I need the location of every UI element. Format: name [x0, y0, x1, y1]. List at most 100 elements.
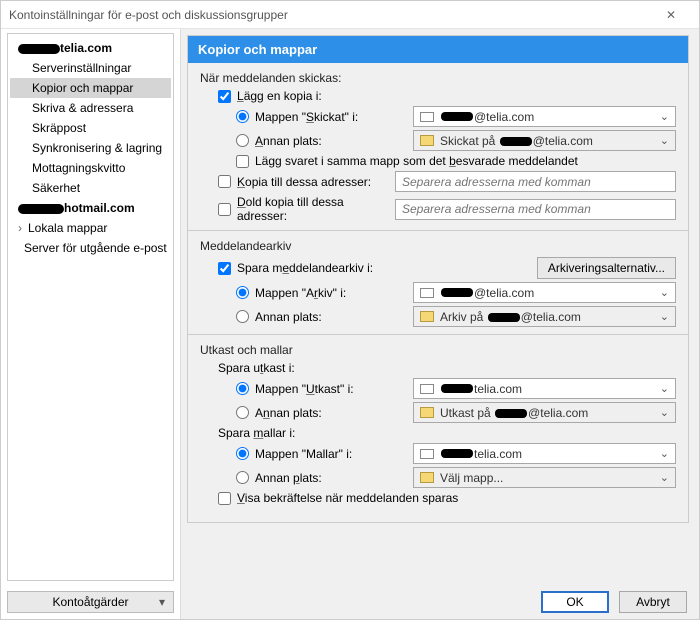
- archive-title: Meddelandearkiv: [200, 239, 676, 253]
- redacted-text: [18, 204, 64, 214]
- settings-window: Kontoinställningar för e-post och diskus…: [0, 0, 700, 620]
- sidebar-item-local-folders[interactable]: ›Lokala mappar: [10, 218, 171, 238]
- drafts-account-select[interactable]: telia.com ⌄: [413, 378, 676, 399]
- section-archive: Meddelandearkiv Spara meddelandearkiv i:…: [188, 231, 688, 335]
- place-copy-checkbox[interactable]: [218, 90, 231, 103]
- close-button[interactable]: ✕: [651, 1, 691, 28]
- sidebar-item-label: Lokala mappar: [28, 221, 107, 235]
- sidebar-item-copies[interactable]: Kopior och mappar: [10, 78, 171, 98]
- archive-account-select[interactable]: @telia.com ⌄: [413, 282, 676, 303]
- drafts-label: Spara utkast i:: [218, 361, 295, 375]
- redacted-text: [441, 112, 473, 121]
- chevron-down-icon: ⌄: [660, 382, 669, 395]
- account-actions-label: Kontoåtgärder: [52, 595, 128, 609]
- account-telia[interactable]: telia.com: [10, 38, 171, 58]
- cc-input[interactable]: [395, 171, 676, 192]
- cancel-button[interactable]: Avbryt: [619, 591, 687, 613]
- sent-other-label: Annan plats:: [255, 134, 405, 148]
- chevron-down-icon: ⌄: [660, 286, 669, 299]
- sidebar-item-junk[interactable]: Skräppost: [10, 118, 171, 138]
- cc-row: Kopia till dessa adresser:: [218, 171, 676, 192]
- sidebar-item-compose[interactable]: Skriva & adressera: [10, 98, 171, 118]
- archive-folder-label: Mappen "Arkiv" i:: [255, 286, 405, 300]
- select-text: telia.com: [474, 382, 522, 396]
- cc-checkbox[interactable]: [218, 175, 231, 188]
- templates-other-label: Annan plats:: [255, 471, 405, 485]
- templates-other-select[interactable]: Välj mapp... ⌄: [413, 467, 676, 488]
- bcc-checkbox[interactable]: [218, 203, 231, 216]
- folder-icon: [420, 407, 434, 418]
- bcc-label: Dold kopia till dessa adresser:: [237, 195, 387, 223]
- reply-same-checkbox[interactable]: [236, 155, 249, 168]
- reply-same-row: Lägg svaret i samma mapp som det besvara…: [236, 154, 676, 168]
- archive-keep-checkbox[interactable]: [218, 262, 231, 275]
- redacted-text: [441, 384, 473, 393]
- bcc-input[interactable]: [395, 199, 676, 220]
- section-sending: När meddelanden skickas: LLägg en kopia …: [188, 63, 688, 231]
- close-icon: ✕: [666, 8, 676, 22]
- titlebar: Kontoinställningar för e-post och diskus…: [1, 1, 699, 29]
- redacted-text: [441, 449, 473, 458]
- folder-icon: [420, 135, 434, 146]
- account-label: telia.com: [60, 41, 112, 55]
- templates-other-radio[interactable]: [236, 471, 249, 484]
- drafts-folder-label: Mappen "Utkast" i:: [255, 382, 405, 396]
- templates-folder-row: Mappen "Mallar" i: telia.com ⌄: [236, 443, 676, 464]
- chevron-right-icon: ›: [18, 221, 26, 235]
- select-text: @telia.com: [474, 286, 534, 300]
- ok-button[interactable]: OK: [541, 591, 609, 613]
- templates-label: Spara mallar i:: [218, 426, 295, 440]
- chevron-down-icon: ⌄: [660, 471, 669, 484]
- chevron-down-icon: ⌄: [660, 406, 669, 419]
- templates-folder-radio[interactable]: [236, 447, 249, 460]
- sent-other-select[interactable]: Skickat på @telia.com ⌄: [413, 130, 676, 151]
- main-inner: Kopior och mappar När meddelanden skicka…: [187, 35, 689, 523]
- archive-folder-radio[interactable]: [236, 286, 249, 299]
- sidebar-item-outgoing[interactable]: Server för utgående e-post: [10, 238, 171, 258]
- account-actions-button[interactable]: Kontoåtgärder ▾: [7, 591, 174, 613]
- drafts-folder-radio[interactable]: [236, 382, 249, 395]
- folder-icon: [420, 472, 434, 483]
- drafts-other-select[interactable]: Utkast på @telia.com ⌄: [413, 402, 676, 423]
- chevron-down-icon: ⌄: [660, 310, 669, 323]
- templates-account-select[interactable]: telia.com ⌄: [413, 443, 676, 464]
- dialog-body: telia.com Serverinställningar Kopior och…: [1, 29, 699, 619]
- select-text: Utkast på @telia.com: [440, 406, 588, 420]
- archive-options-button[interactable]: Arkiveringsalternativ...: [537, 257, 676, 279]
- select-text: Välj mapp...: [440, 471, 503, 485]
- confirm-row: Visa bekräftelse när meddelanden sparas: [218, 491, 676, 505]
- sidebar-item-receipts[interactable]: Mottagningskvitto: [10, 158, 171, 178]
- sent-account-select[interactable]: @telia.com ⌄: [413, 106, 676, 127]
- chevron-down-icon: ⌄: [660, 110, 669, 123]
- account-actions: Kontoåtgärder ▾: [7, 591, 174, 613]
- bcc-row: Dold kopia till dessa adresser:: [218, 195, 676, 223]
- sidebar-item-sync[interactable]: Synkronisering & lagring: [10, 138, 171, 158]
- mail-icon: [420, 288, 434, 298]
- place-copy-label: LLägg en kopia i:ägg en kopia i:: [237, 89, 322, 103]
- archive-other-select[interactable]: Arkiv på @telia.com ⌄: [413, 306, 676, 327]
- drafts-section-title: Utkast och mallar: [200, 343, 676, 357]
- account-tree[interactable]: telia.com Serverinställningar Kopior och…: [7, 33, 174, 581]
- archive-other-row: Annan plats: Arkiv på @telia.com ⌄: [236, 306, 676, 327]
- sent-folder-radio[interactable]: [236, 110, 249, 123]
- select-text: Skickat på @telia.com: [440, 134, 593, 148]
- sending-title: När meddelanden skickas:: [200, 71, 676, 85]
- account-hotmail[interactable]: hotmail.com: [10, 198, 171, 218]
- sidebar-item-server[interactable]: Serverinställningar: [10, 58, 171, 78]
- archive-folder-row: Mappen "Arkiv" i: @telia.com ⌄: [236, 282, 676, 303]
- drafts-other-label: Annan plats:: [255, 406, 405, 420]
- main-panel: Kopior och mappar När meddelanden skicka…: [181, 29, 699, 619]
- chevron-down-icon: ⌄: [660, 134, 669, 147]
- drafts-other-radio[interactable]: [236, 406, 249, 419]
- archive-other-radio[interactable]: [236, 310, 249, 323]
- sent-other-radio[interactable]: [236, 134, 249, 147]
- sidebar-item-security[interactable]: Säkerhet: [10, 178, 171, 198]
- select-text: @telia.com: [474, 110, 534, 124]
- templates-folder-label: Mappen "Mallar" i:: [255, 447, 405, 461]
- sent-folder-row: Mappen "Skickat" i: @telia.com ⌄: [236, 106, 676, 127]
- drafts-other-row: Annan plats: Utkast på @telia.com ⌄: [236, 402, 676, 423]
- templates-other-row: Annan plats: Välj mapp... ⌄: [236, 467, 676, 488]
- sent-folder-label: Mappen "Skickat" i:: [255, 110, 405, 124]
- account-label: hotmail.com: [64, 201, 135, 215]
- confirm-checkbox[interactable]: [218, 492, 231, 505]
